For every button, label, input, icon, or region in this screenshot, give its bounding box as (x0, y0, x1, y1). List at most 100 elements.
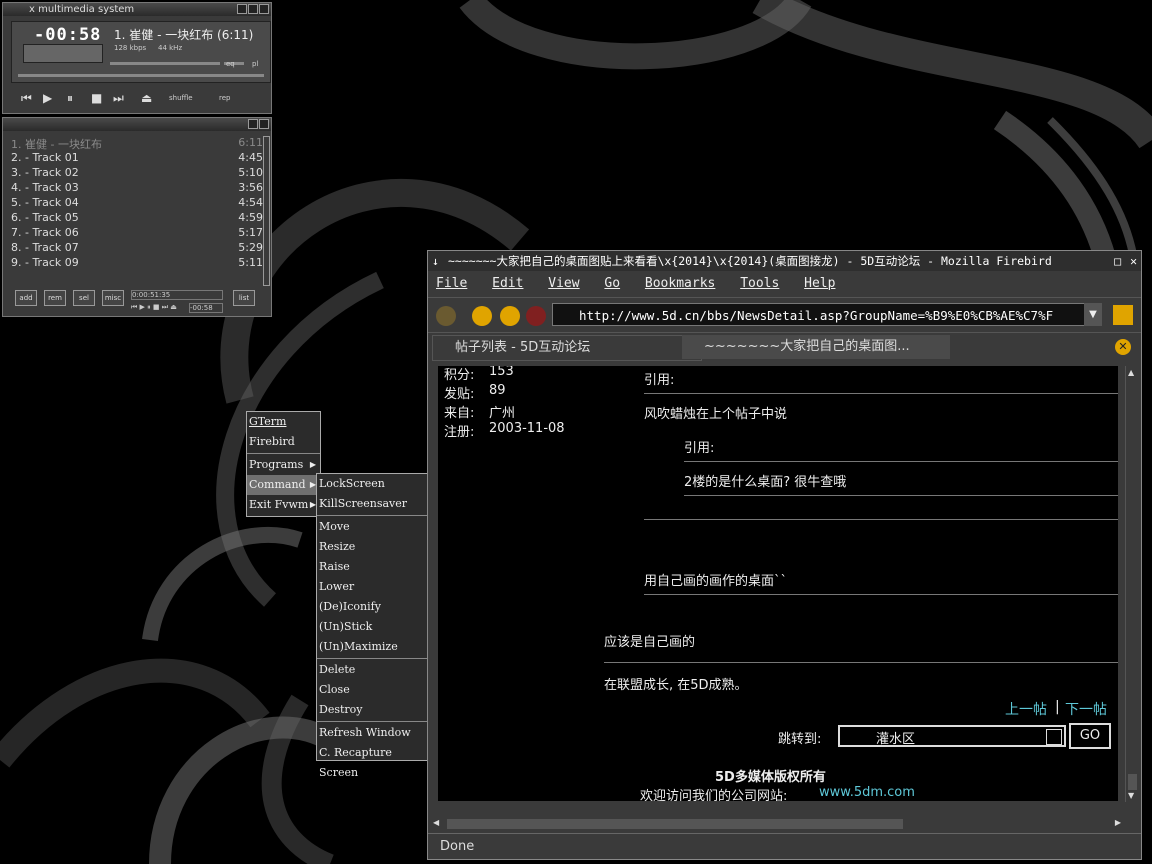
stop-icon[interactable] (526, 306, 546, 326)
list-item[interactable]: 6. - Track 05 4:59 (11, 211, 263, 226)
menu-item-close[interactable]: Close (317, 680, 430, 700)
quote-text: 风吹蜡烛在上个帖子中说 (644, 407, 788, 422)
menu-item-lockscreen[interactable]: LockScreen (317, 474, 430, 494)
company-link[interactable]: www.5dm.com (819, 785, 915, 800)
window-menu-icon[interactable]: ↓ (432, 251, 439, 271)
misc-button[interactable]: misc (102, 290, 124, 306)
menu-tools[interactable]: Tools (740, 276, 779, 291)
menu-separator (317, 658, 430, 659)
scroll-right-icon[interactable]: ▶ (1115, 818, 1121, 827)
close-tab-icon[interactable]: ✕ (1115, 339, 1131, 355)
url-dropdown-icon[interactable]: ▼ (1084, 303, 1102, 326)
horizontal-scrollbar[interactable]: ◀ ▶ (431, 817, 1123, 831)
scroll-left-icon[interactable]: ◀ (433, 818, 439, 827)
menu-item-firebird[interactable]: Firebird (247, 432, 320, 452)
list-item[interactable]: 4. - Track 03 3:56 (11, 181, 263, 196)
close-icon[interactable] (259, 4, 269, 14)
score-label: 积分: (444, 368, 475, 383)
menu-item-resize[interactable]: Resize (317, 537, 430, 557)
menu-item-move[interactable]: Move (317, 517, 430, 537)
menu-item-maximize[interactable]: (Un)Maximize (317, 637, 430, 657)
minimize-icon[interactable] (237, 4, 247, 14)
menu-item-refresh-window[interactable]: Refresh Window (317, 723, 430, 743)
shade-icon[interactable] (248, 4, 258, 14)
pause-icon[interactable]: ⏸ (67, 91, 73, 106)
firebird-titlebar[interactable]: ↓ ~~~~~~~大家把自己的桌面图贴上来看看\x{2014}\x{2014}(… (428, 251, 1141, 271)
reload-icon[interactable] (500, 306, 520, 326)
scroll-thumb[interactable] (1128, 774, 1137, 790)
list-item[interactable]: 7. - Track 06 5:17 (11, 226, 263, 241)
menu-item-recapture-screen[interactable]: C. Recapture Screen (317, 743, 430, 779)
prev-icon[interactable]: ⏮ (21, 91, 32, 106)
menu-item-exit-fvwm[interactable]: Exit Fvwm ▶ (247, 495, 320, 515)
menu-file[interactable]: File (436, 276, 467, 291)
maximize-icon[interactable]: □ (1110, 251, 1121, 271)
list-item[interactable]: 8. - Track 07 5:29 (11, 241, 263, 256)
next-icon[interactable]: ⏭ (113, 91, 124, 106)
window-title: ~~~~~~~大家把自己的桌面图贴上来看看\x{2014}\x{2014}(桌面… (448, 254, 1052, 268)
menu-item-lower[interactable]: Lower (317, 577, 430, 597)
tab-post-list[interactable]: 帖子列表 - 5D互动论坛 (432, 335, 702, 361)
visualizer[interactable] (23, 44, 103, 63)
scroll-down-icon[interactable]: ▼ (1128, 791, 1134, 800)
close-icon[interactable] (259, 119, 269, 129)
prev-post-link[interactable]: 上一帖 (1005, 699, 1047, 719)
quote-label: 引用: (644, 373, 675, 388)
list-item[interactable]: 1. 崔健 - 一块红布 6:11 (11, 136, 263, 151)
menu-help[interactable]: Help (804, 276, 835, 291)
scroll-up-icon[interactable]: ▲ (1128, 368, 1134, 377)
vertical-scrollbar[interactable]: ▲ ▼ (1125, 366, 1140, 802)
playlist-titlebar[interactable] (3, 118, 271, 131)
playlist-remaining: -00:58 (189, 303, 223, 313)
list-item[interactable]: 3. - Track 02 5:10 (11, 166, 263, 181)
list-button[interactable]: list (233, 290, 255, 306)
close-icon[interactable]: ✕ (1130, 251, 1137, 271)
list-item[interactable]: 5. - Track 04 4:54 (11, 196, 263, 211)
time-display[interactable]: -00:58 (34, 25, 101, 45)
menu-item-programs[interactable]: Programs ▶ (247, 455, 320, 475)
menu-edit[interactable]: Edit (492, 276, 523, 291)
tab-current-thread[interactable]: ~~~~~~~大家把自己的桌面图... (682, 335, 950, 359)
menu-view[interactable]: View (548, 276, 579, 291)
eq-toggle[interactable]: eq (226, 60, 235, 68)
volume-slider[interactable] (110, 62, 220, 65)
menu-go[interactable]: Go (604, 276, 620, 291)
go-button[interactable]: GO (1069, 723, 1111, 749)
mini-controls[interactable]: ⏮ ▶ ⏸ ■ ⏭ ⏏ (131, 303, 177, 312)
add-button[interactable]: add (15, 290, 37, 306)
menu-item-gterm[interactable]: GTerm (247, 412, 320, 432)
shuffle-toggle[interactable]: shuffle (169, 94, 193, 102)
menu-item-iconify[interactable]: (De)Iconify (317, 597, 430, 617)
menu-item-destroy[interactable]: Destroy (317, 700, 430, 720)
playlist-scrollbar[interactable] (263, 136, 270, 286)
posts-value: 89 (489, 383, 506, 398)
repeat-toggle[interactable]: rep (219, 94, 230, 102)
list-item[interactable]: 2. - Track 01 4:45 (11, 151, 263, 166)
url-input[interactable]: http://www.5d.cn/bbs/NewsDetail.asp?Grou… (552, 303, 1102, 326)
select-dropdown-icon[interactable] (1046, 729, 1062, 745)
menu-item-raise[interactable]: Raise (317, 557, 430, 577)
shade-icon[interactable] (248, 119, 258, 129)
status-bar: Done (428, 833, 1141, 859)
list-item[interactable]: 9. - Track 09 5:11 (11, 256, 263, 271)
stop-icon[interactable]: ■ (91, 91, 102, 105)
menu-item-stick[interactable]: (Un)Stick (317, 617, 430, 637)
remove-button[interactable]: rem (44, 290, 66, 306)
menu-item-delete[interactable]: Delete (317, 660, 430, 680)
xmms-titlebar[interactable]: x multimedia system (3, 3, 271, 16)
select-button[interactable]: sel (73, 290, 95, 306)
next-post-link[interactable]: 下一帖 (1065, 699, 1107, 719)
menu-bookmarks[interactable]: Bookmarks (645, 276, 715, 291)
divider (644, 393, 1118, 394)
hscroll-thumb[interactable] (447, 819, 903, 829)
menu-item-command[interactable]: Command ▶ (247, 475, 320, 495)
eject-icon[interactable]: ⏏ (141, 91, 152, 105)
pl-toggle[interactable]: pl (252, 60, 258, 68)
forward-icon[interactable] (472, 306, 492, 326)
seek-bar[interactable] (18, 74, 264, 77)
back-icon[interactable] (436, 306, 456, 326)
menu-item-killscreensaver[interactable]: KillScreensaver (317, 494, 430, 514)
divider (684, 495, 1118, 496)
play-icon[interactable]: ▶ (43, 91, 52, 105)
forum-select[interactable]: 灌水区 (838, 725, 1066, 747)
